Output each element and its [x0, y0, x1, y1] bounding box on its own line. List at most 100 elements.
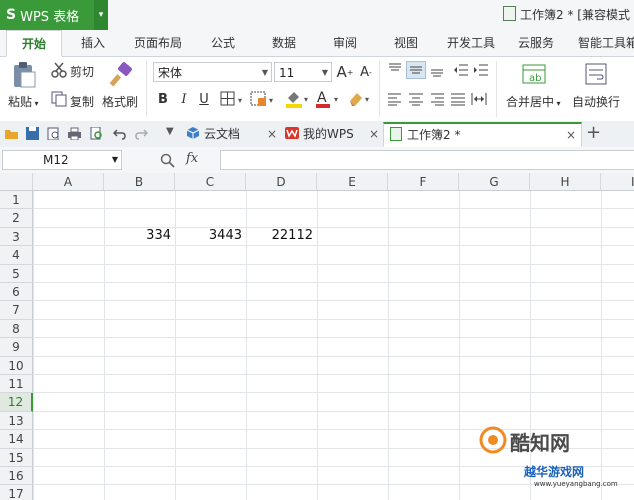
- align-center-icon[interactable]: [407, 90, 425, 108]
- cell-style-icon[interactable]: ▾: [250, 90, 278, 108]
- doc-tab-cloud-docs[interactable]: 云文档 ×: [186, 123, 279, 146]
- column-header-g[interactable]: G: [459, 173, 530, 191]
- spreadsheet-grid[interactable]: A B C D E F G H I 1 2 3 4 5 6 7 8 9 10 11 12 13 14 15 1…: [0, 173, 634, 500]
- borders-icon[interactable]: ▾: [220, 90, 246, 108]
- row-header-16[interactable]: 16: [0, 467, 33, 486]
- justify-icon[interactable]: [449, 90, 467, 108]
- format-painter-brush-icon[interactable]: [108, 61, 134, 89]
- row-header-7[interactable]: 7: [0, 301, 33, 320]
- tab-developer[interactable]: 开发工具: [447, 30, 495, 56]
- column-header-a[interactable]: A: [33, 173, 104, 191]
- row-header-2[interactable]: 2: [0, 209, 33, 228]
- formula-input[interactable]: [220, 150, 634, 170]
- font-name-select[interactable]: 宋体 ▼: [153, 62, 272, 82]
- scissors-icon[interactable]: [51, 62, 67, 78]
- distributed-align-icon[interactable]: [470, 90, 488, 108]
- row-header-9[interactable]: 9: [0, 338, 33, 357]
- column-header-i[interactable]: I: [601, 173, 634, 191]
- row-header-5[interactable]: 5: [0, 264, 33, 283]
- tab-home[interactable]: 开始: [6, 30, 62, 57]
- close-icon[interactable]: ×: [566, 124, 576, 147]
- column-header-f[interactable]: F: [388, 173, 459, 191]
- row-header-15[interactable]: 15: [0, 448, 33, 467]
- tab-cloud-service[interactable]: 云服务: [518, 30, 554, 56]
- paste-button[interactable]: [10, 61, 38, 89]
- watermark-logo-icon: [479, 426, 507, 454]
- row-header-10[interactable]: 10: [0, 356, 33, 375]
- row-header-8[interactable]: 8: [0, 319, 33, 339]
- increase-indent-icon[interactable]: [472, 61, 490, 79]
- decrease-indent-icon[interactable]: [452, 61, 470, 79]
- copy-button[interactable]: 复制: [70, 93, 94, 110]
- font-size-select[interactable]: 11 ▼: [274, 62, 332, 82]
- cell-c3[interactable]: 3443: [175, 228, 246, 245]
- close-icon[interactable]: ×: [267, 123, 277, 146]
- align-top-icon[interactable]: [386, 61, 404, 79]
- tab-data[interactable]: 数据: [272, 30, 296, 56]
- tab-view[interactable]: 视图: [394, 30, 418, 56]
- cell-b3[interactable]: 334: [104, 228, 175, 245]
- print-icon[interactable]: [68, 127, 81, 140]
- row-header-12[interactable]: 12: [0, 393, 33, 412]
- preview-search-icon[interactable]: [90, 127, 103, 140]
- new-tab-plus-icon[interactable]: +: [586, 122, 601, 143]
- doc-tab-my-wps[interactable]: 我的WPS ×: [285, 123, 380, 146]
- copy-icon[interactable]: [51, 91, 67, 107]
- undo-icon[interactable]: [113, 127, 126, 140]
- wrap-text-button[interactable]: 自动换行: [572, 93, 620, 110]
- merge-center-button[interactable]: 合并居中 ▾: [506, 93, 561, 110]
- tab-page-layout[interactable]: 页面布局: [134, 30, 182, 56]
- row-header-6[interactable]: 6: [0, 283, 33, 302]
- column-header-h[interactable]: H: [530, 173, 601, 191]
- close-icon[interactable]: ×: [369, 123, 379, 146]
- chevron-down-icon: ▼: [261, 68, 268, 77]
- underline-button[interactable]: U: [196, 89, 212, 109]
- doc-tab-workbook2[interactable]: 工作簿2 * ×: [383, 122, 582, 147]
- cut-button[interactable]: 剪切: [70, 63, 94, 80]
- column-header-d[interactable]: D: [246, 173, 317, 191]
- tab-formulas[interactable]: 公式: [211, 30, 235, 56]
- chevron-down-icon[interactable]: ▾: [94, 0, 108, 30]
- app-menu-button[interactable]: S WPS 表格 ▾: [0, 0, 108, 30]
- name-box[interactable]: M12 ▼: [2, 150, 122, 170]
- column-header-e[interactable]: E: [317, 173, 388, 191]
- cell-d3[interactable]: 22112: [246, 228, 317, 245]
- font-color-icon[interactable]: A ▾: [314, 89, 342, 109]
- align-left-icon[interactable]: [386, 90, 404, 108]
- select-all-corner[interactable]: [0, 173, 33, 191]
- column-header-c[interactable]: C: [175, 173, 246, 191]
- row-header-11[interactable]: 11: [0, 375, 33, 394]
- spreadsheet-file-icon: [503, 6, 517, 21]
- row-header-4[interactable]: 4: [0, 246, 33, 265]
- row-header-3[interactable]: 3: [0, 227, 33, 247]
- row-header-14[interactable]: 14: [0, 430, 33, 449]
- tab-insert[interactable]: 插入: [81, 30, 105, 56]
- open-folder-icon[interactable]: [5, 127, 18, 140]
- align-right-icon[interactable]: [428, 90, 446, 108]
- paste-label[interactable]: 粘贴 ▾: [8, 93, 39, 110]
- align-bottom-icon[interactable]: [428, 61, 446, 79]
- print-preview-icon[interactable]: [47, 127, 60, 140]
- wrap-text-icon[interactable]: [583, 61, 609, 87]
- fill-color-bucket-icon[interactable]: ▾: [284, 89, 312, 109]
- row-header-1[interactable]: 1: [0, 191, 33, 210]
- tab-review[interactable]: 审阅: [333, 30, 357, 56]
- decrease-font-size-icon[interactable]: A-: [357, 62, 375, 82]
- tab-smart-toolbox[interactable]: 智能工具箱: [578, 30, 634, 56]
- chevron-down-icon[interactable]: ▼: [112, 151, 118, 169]
- bold-button[interactable]: B: [155, 89, 171, 109]
- italic-button[interactable]: I: [176, 89, 192, 109]
- column-header-b[interactable]: B: [104, 173, 175, 191]
- redo-icon[interactable]: [135, 127, 148, 140]
- format-painter-button[interactable]: 格式刷: [102, 93, 138, 110]
- merge-center-icon[interactable]: ab: [521, 61, 547, 87]
- row-header-17[interactable]: 17: [0, 485, 33, 500]
- row-header-13[interactable]: 13: [0, 411, 33, 431]
- insert-function-fx-icon[interactable]: fx: [186, 151, 198, 166]
- align-middle-icon[interactable]: [406, 61, 426, 79]
- clear-format-eraser-icon[interactable]: ▾: [347, 89, 375, 109]
- zoom-search-icon[interactable]: [160, 153, 175, 168]
- chevron-down-icon[interactable]: ▼: [166, 126, 174, 137]
- save-icon[interactable]: [26, 127, 39, 140]
- increase-font-size-icon[interactable]: A +: [336, 62, 354, 82]
